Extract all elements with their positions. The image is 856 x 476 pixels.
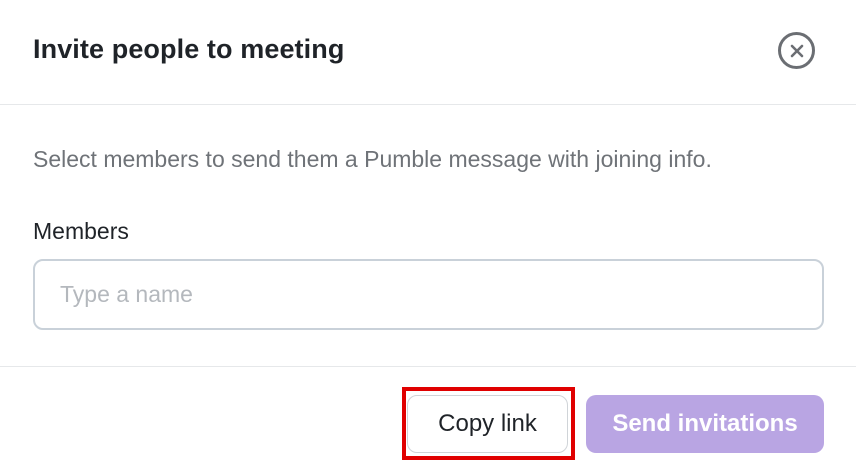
close-icon xyxy=(790,44,803,57)
dialog-body: Select members to send them a Pumble mes… xyxy=(0,106,856,366)
close-button[interactable] xyxy=(778,32,815,69)
dialog-footer: Copy link Send invitations xyxy=(0,366,856,476)
send-invitations-button[interactable]: Send invitations xyxy=(586,395,824,453)
dialog-description: Select members to send them a Pumble mes… xyxy=(33,146,712,172)
dialog-title: Invite people to meeting xyxy=(33,34,345,64)
dialog-header: Invite people to meeting xyxy=(0,0,856,105)
members-input[interactable] xyxy=(33,259,824,330)
invite-dialog: Invite people to meeting Select members … xyxy=(0,0,856,476)
copy-link-button[interactable]: Copy link xyxy=(407,395,568,453)
members-label: Members xyxy=(33,218,129,244)
